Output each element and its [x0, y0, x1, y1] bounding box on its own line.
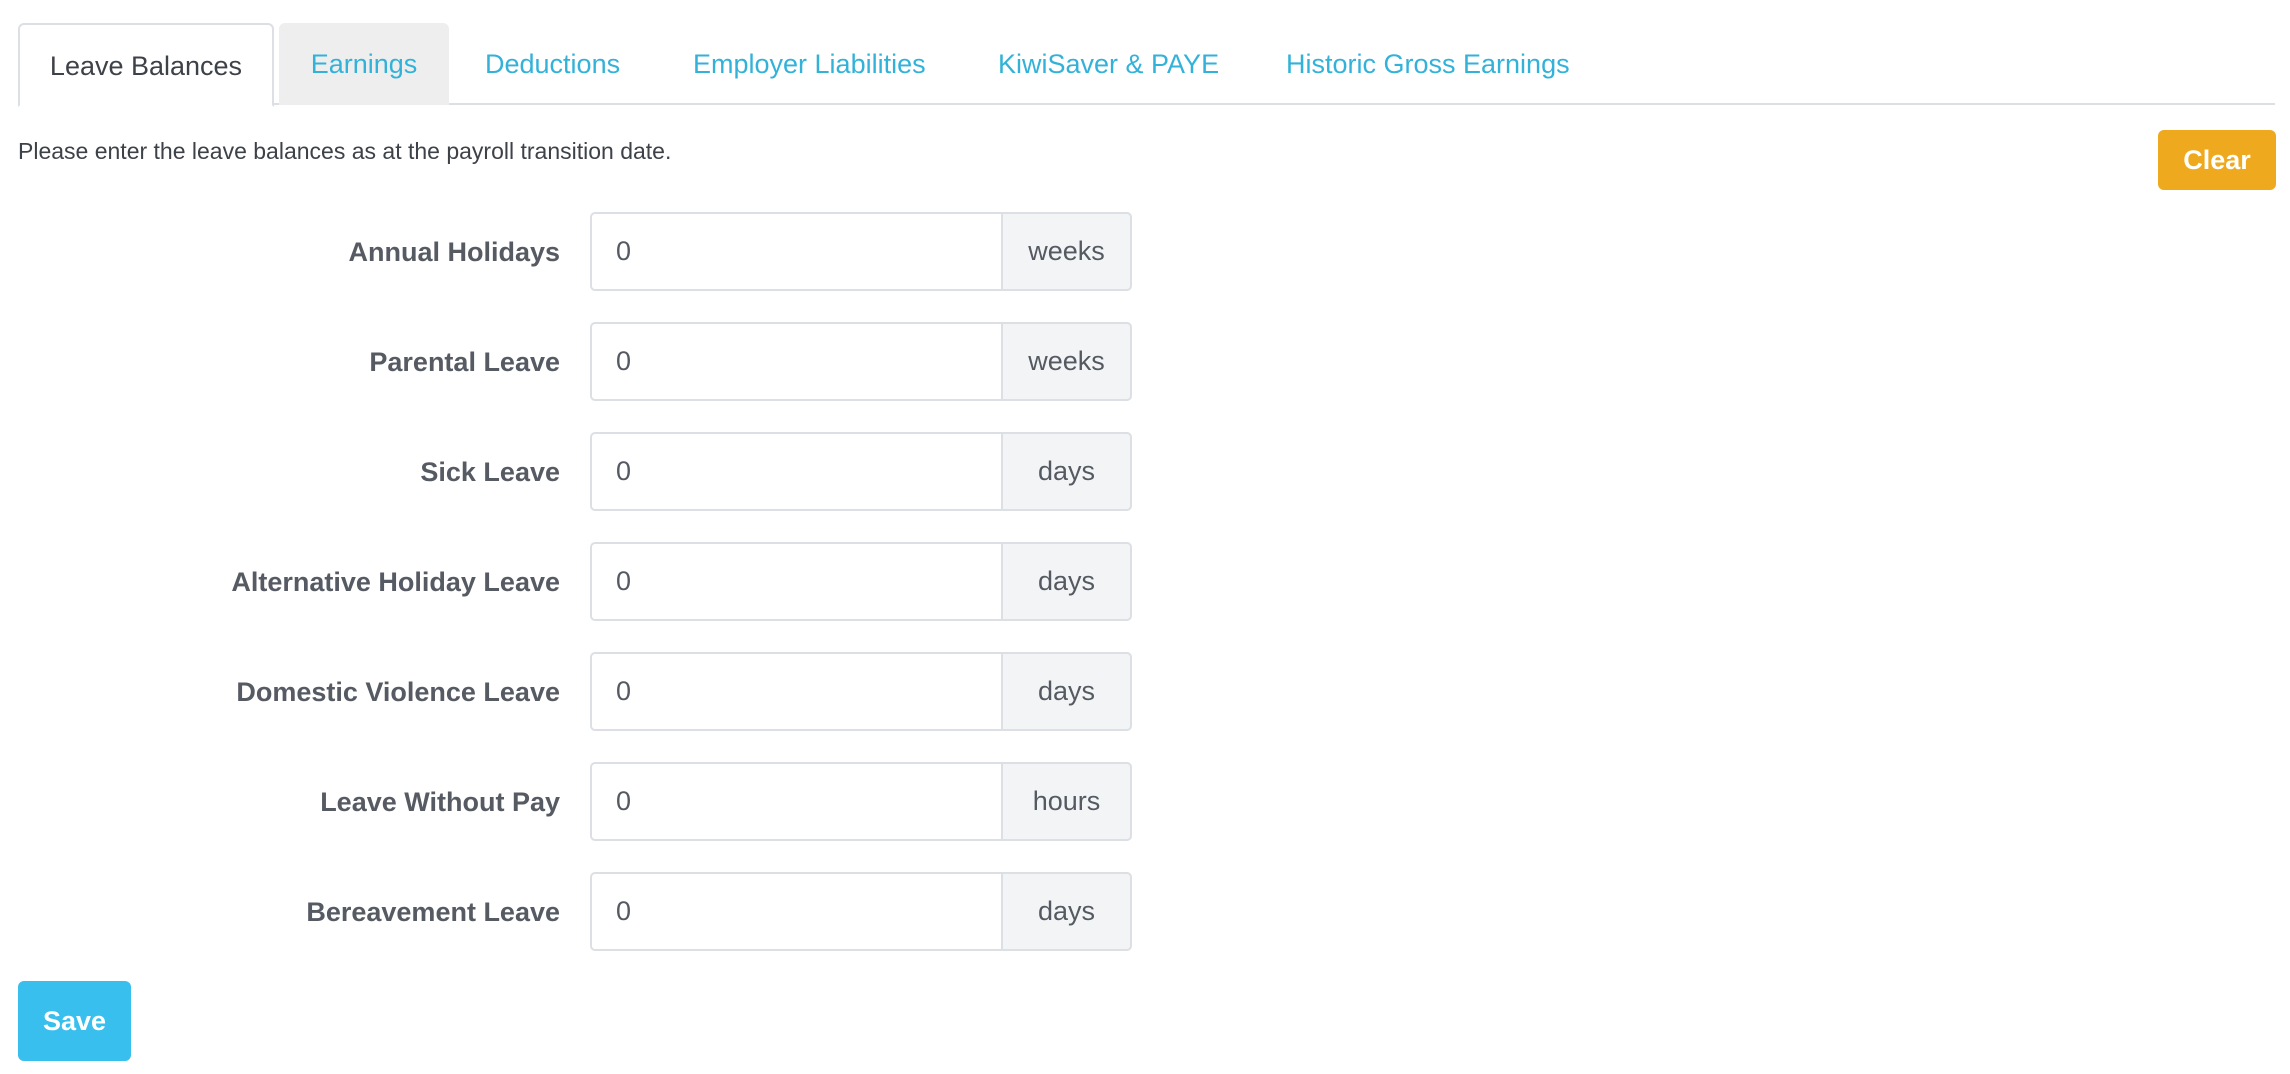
form-row-parental-leave: Parental Leave weeks	[0, 322, 1140, 402]
form-row-annual-holidays: Annual Holidays weeks	[0, 212, 1140, 292]
tab-deductions[interactable]: Deductions	[485, 23, 620, 105]
form-row-domestic-violence-leave: Domestic Violence Leave days	[0, 652, 1140, 732]
field-label: Alternative Holiday Leave	[231, 567, 560, 597]
leave-without-pay-input[interactable]	[590, 762, 1001, 841]
save-button[interactable]: Save	[18, 981, 131, 1061]
form-row-bereavement-leave: Bereavement Leave days	[0, 872, 1140, 952]
field-label: Bereavement Leave	[306, 897, 560, 927]
input-group: days	[590, 872, 1132, 951]
domestic-violence-leave-input[interactable]	[590, 652, 1001, 731]
sick-leave-input[interactable]	[590, 432, 1001, 511]
tab-bar: Leave Balances Earnings Deductions Emplo…	[18, 23, 2275, 107]
input-group: days	[590, 652, 1132, 731]
field-label: Leave Without Pay	[320, 787, 560, 817]
field-label: Domestic Violence Leave	[236, 677, 560, 707]
input-group: days	[590, 542, 1132, 621]
unit-addon: hours	[1001, 762, 1132, 841]
form-row-sick-leave: Sick Leave days	[0, 432, 1140, 512]
intro-text: Please enter the leave balances as at th…	[18, 138, 672, 164]
annual-holidays-input[interactable]	[590, 212, 1001, 291]
bereavement-leave-input[interactable]	[590, 872, 1001, 951]
field-label: Sick Leave	[420, 457, 560, 487]
input-group: weeks	[590, 212, 1132, 291]
form-row-alternative-holiday-leave: Alternative Holiday Leave days	[0, 542, 1140, 622]
input-group: weeks	[590, 322, 1132, 401]
unit-addon: days	[1001, 872, 1132, 951]
unit-addon: weeks	[1001, 322, 1132, 401]
unit-addon: weeks	[1001, 212, 1132, 291]
input-group: hours	[590, 762, 1132, 841]
unit-addon: days	[1001, 542, 1132, 621]
field-label: Parental Leave	[369, 347, 560, 377]
tab-kiwisaver-paye[interactable]: KiwiSaver & PAYE	[998, 23, 1219, 105]
tab-earnings[interactable]: Earnings	[279, 23, 449, 105]
unit-addon: days	[1001, 652, 1132, 731]
tab-leave-balances[interactable]: Leave Balances	[18, 23, 274, 107]
tab-historic-gross-earnings[interactable]: Historic Gross Earnings	[1286, 23, 1570, 105]
alternative-holiday-leave-input[interactable]	[590, 542, 1001, 621]
input-group: days	[590, 432, 1132, 511]
unit-addon: days	[1001, 432, 1132, 511]
clear-button[interactable]: Clear	[2158, 130, 2276, 190]
parental-leave-input[interactable]	[590, 322, 1001, 401]
field-label: Annual Holidays	[348, 237, 560, 267]
tab-employer-liabilities[interactable]: Employer Liabilities	[693, 23, 926, 105]
form-row-leave-without-pay: Leave Without Pay hours	[0, 762, 1140, 842]
